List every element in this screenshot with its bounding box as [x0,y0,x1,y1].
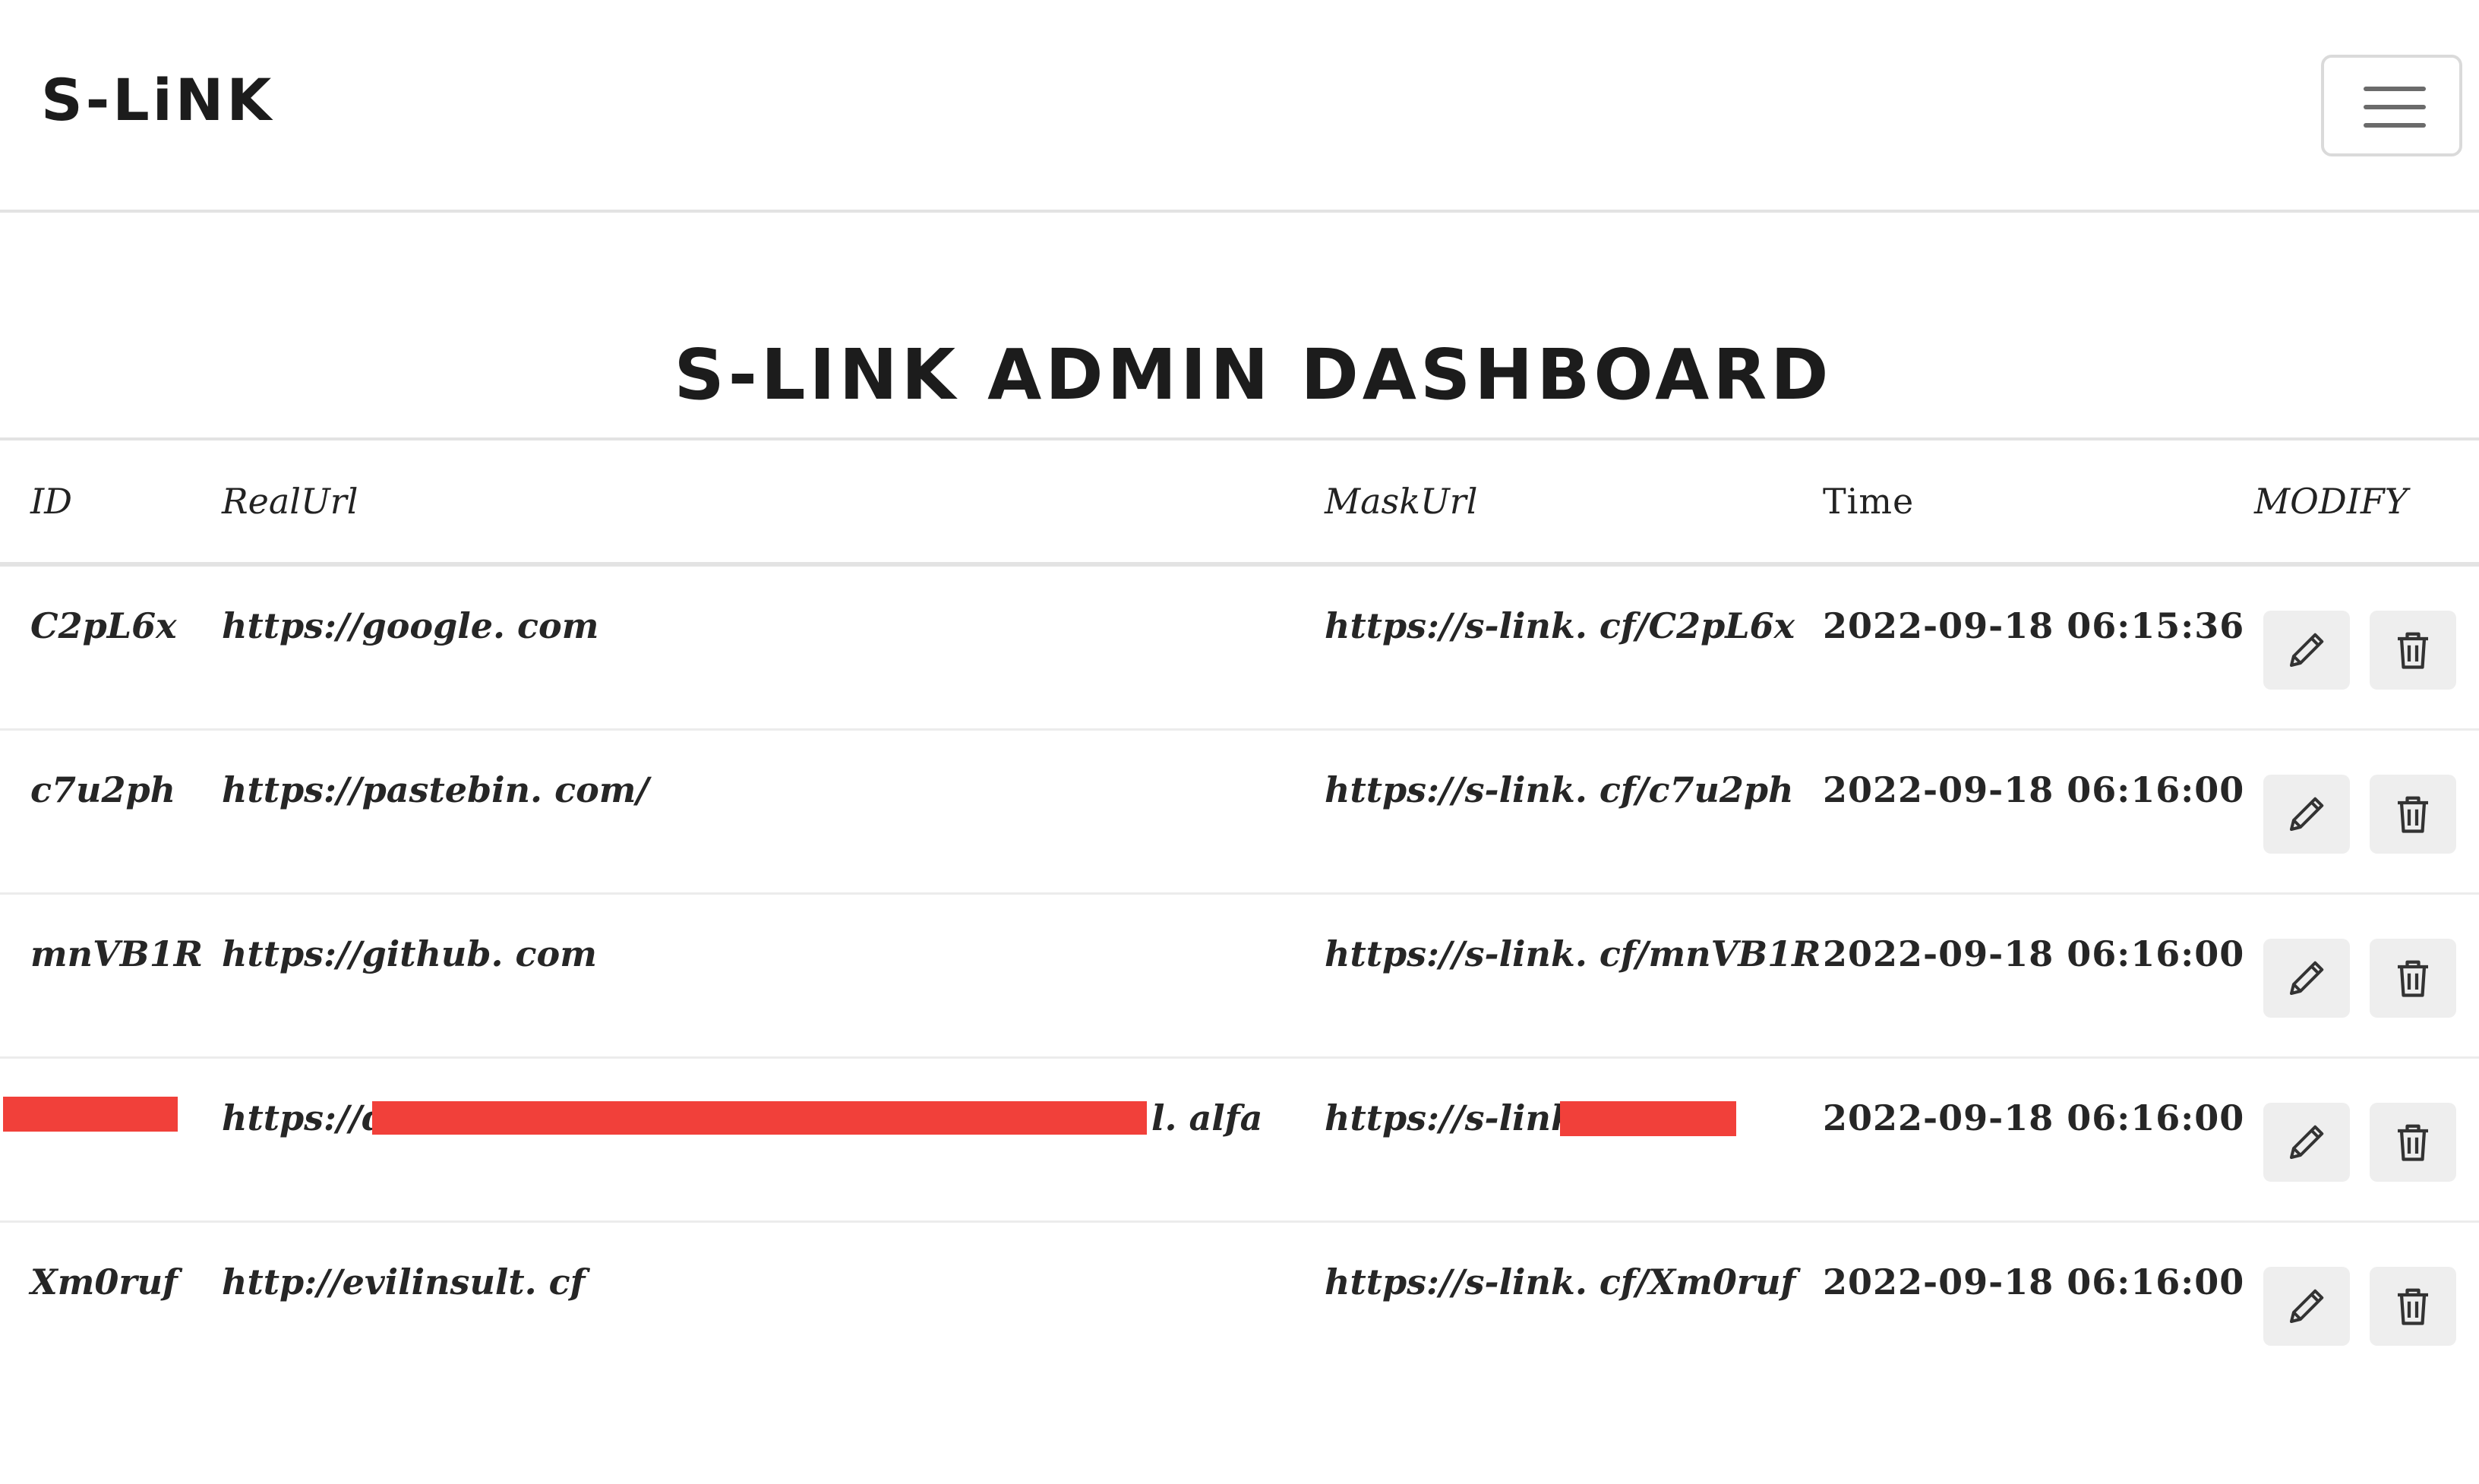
pencil-icon [2290,797,2324,831]
row-real-url[interactable]: http://evilinsult. cf [222,1259,585,1305]
row-real-url[interactable]: https://google. com [222,603,598,649]
header-modify: MODIFY [2254,481,2408,522]
table-row: mnVB1R https://github. com https://s-lin… [0,895,2479,1059]
menu-toggle-button[interactable] [2321,55,2462,156]
edit-button[interactable] [2263,775,2350,854]
row-real-url-tail: l. alfa [1151,1097,1263,1138]
trash-icon [2398,1288,2428,1325]
header-time: Time [1823,481,1915,522]
header-mask-url: MaskUrl [1325,481,1478,522]
trash-icon [2398,632,2428,669]
delete-button[interactable] [2370,775,2456,854]
pencil-icon [2290,1289,2324,1323]
hamburger-menu-icon [2364,87,2426,91]
delete-button[interactable] [2370,611,2456,690]
header-id: ID [30,481,73,522]
row-time: 2022-09-18 06:16:00 [1823,933,2245,974]
row-mask-url[interactable]: https://s-link. [1325,1095,1587,1141]
row-mask-url[interactable]: https://s-link. cf/Xm0ruf [1325,1259,1795,1305]
trash-icon [2398,796,2428,833]
row-id: mnVB1R [30,933,203,974]
edit-button[interactable] [2263,1103,2350,1182]
row-mask-url[interactable]: https://s-link. cf/C2pL6x [1325,603,1795,649]
row-mask-url[interactable]: https://s-link. cf/c7u2ph [1325,767,1794,813]
table-row: Xm0ruf http://evilinsult. cf https://s-l… [0,1223,2479,1387]
trash-icon [2398,1124,2428,1161]
delete-button[interactable] [2370,1267,2456,1346]
row-time: 2022-09-18 06:15:36 [1823,605,2245,646]
edit-button[interactable] [2263,1267,2350,1346]
row-id: c7u2ph [30,769,176,810]
row-id: C2pL6x [30,605,177,646]
redaction-block [1560,1101,1736,1136]
trash-icon [2398,960,2428,997]
header-real-url: RealUrl [222,481,358,522]
row-real-url[interactable]: https://pastebin. com/ [222,767,649,813]
delete-button[interactable] [2370,939,2456,1018]
row-time: 2022-09-18 06:16:00 [1823,1097,2245,1138]
row-id: Xm0ruf [30,1261,178,1302]
row-real-url[interactable]: https://d [222,1095,387,1141]
redaction-block [372,1101,1147,1135]
pencil-icon [2290,633,2324,667]
edit-button[interactable] [2263,939,2350,1018]
row-mask-url[interactable]: https://s-link. cf/mnVB1R [1325,931,1821,977]
table-row: c7u2ph https://pastebin. com/ https://s-… [0,731,2479,895]
row-time: 2022-09-18 06:16:00 [1823,769,2245,810]
brand-logo[interactable]: S-LiNK [41,71,274,129]
pencil-icon [2290,1125,2324,1159]
row-real-url[interactable]: https://github. com [222,931,597,977]
row-time: 2022-09-18 06:16:00 [1823,1261,2245,1302]
edit-button[interactable] [2263,611,2350,690]
redaction-block [3,1097,178,1132]
table-row: C2pL6x https://google. com https://s-lin… [0,567,2479,731]
pencil-icon [2290,961,2324,995]
navbar: S-LiNK [0,0,2479,213]
table-row: https://d l. alfa https://s-link. 2022-0… [0,1059,2479,1223]
table-header: ID RealUrl MaskUrl Time MODIFY [0,437,2479,567]
page-title: S-LINK ADMIN DASHBOARD [674,334,1833,415]
delete-button[interactable] [2370,1103,2456,1182]
